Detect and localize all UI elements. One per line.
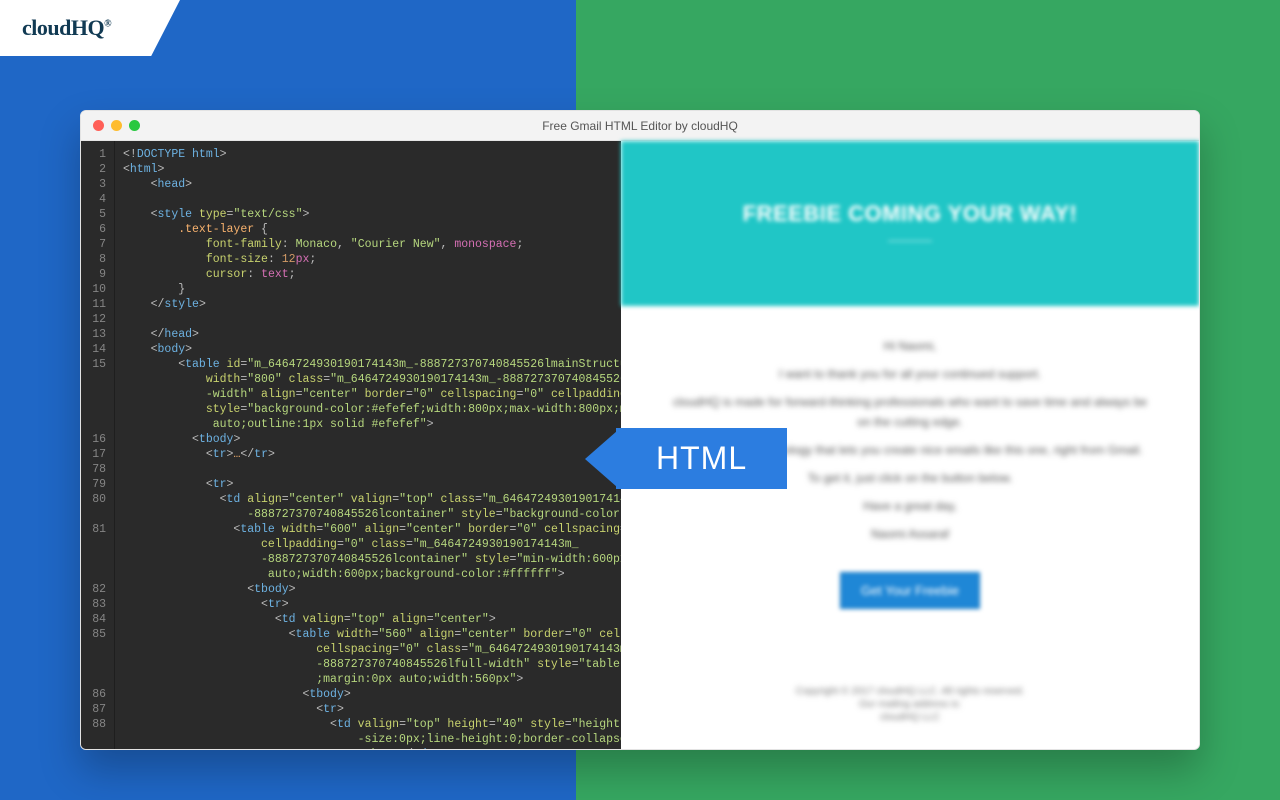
preview-footer: Copyright © 2017 cloudHQ LLC. All rights… (621, 668, 1199, 749)
brand-name: cloudHQ (22, 15, 104, 40)
window-controls (81, 120, 140, 131)
footer-line2: Our mailing address is: (661, 699, 1159, 710)
preview-p6: Naomi Assaraf (671, 524, 1149, 544)
preview-p2: cloudHQ is made for forward-thinking pro… (671, 392, 1149, 432)
preview-cta-button[interactable]: Get Your Freebie (840, 572, 980, 609)
line-number-gutter: 1234567891011121314151617787980818283848… (81, 141, 115, 749)
zoom-icon[interactable] (129, 120, 140, 131)
preview-greeting: Hi Naomi, (671, 336, 1149, 356)
hero-title: FREEBIE COMING YOUR WAY! (743, 201, 1078, 227)
footer-line3: cloudHQ LLC (661, 712, 1159, 723)
preview-p5: Have a great day, (671, 496, 1149, 516)
preview-p1: I want to thank you for all your continu… (671, 364, 1149, 384)
footer-line1: Copyright © 2017 cloudHQ LLC. All rights… (661, 686, 1159, 697)
window-title: Free Gmail HTML Editor by cloudHQ (81, 119, 1199, 133)
callout-arrow-icon (585, 431, 617, 487)
brand-registered: ® (104, 19, 111, 30)
hero-subtitle: ———— (888, 235, 932, 247)
html-callout: HTML (585, 428, 787, 489)
preview-hero: FREEBIE COMING YOUR WAY! ———— (621, 141, 1199, 306)
brand-corner: cloudHQ® (0, 0, 180, 56)
callout-label: HTML (616, 428, 787, 489)
window-titlebar[interactable]: Free Gmail HTML Editor by cloudHQ (81, 111, 1199, 141)
code-content[interactable]: <!DOCTYPE html><html> <head> <style type… (115, 141, 621, 749)
brand-logo-text: cloudHQ® (22, 15, 111, 41)
close-icon[interactable] (93, 120, 104, 131)
code-editor[interactable]: 1234567891011121314151617787980818283848… (81, 141, 621, 749)
minimize-icon[interactable] (111, 120, 122, 131)
